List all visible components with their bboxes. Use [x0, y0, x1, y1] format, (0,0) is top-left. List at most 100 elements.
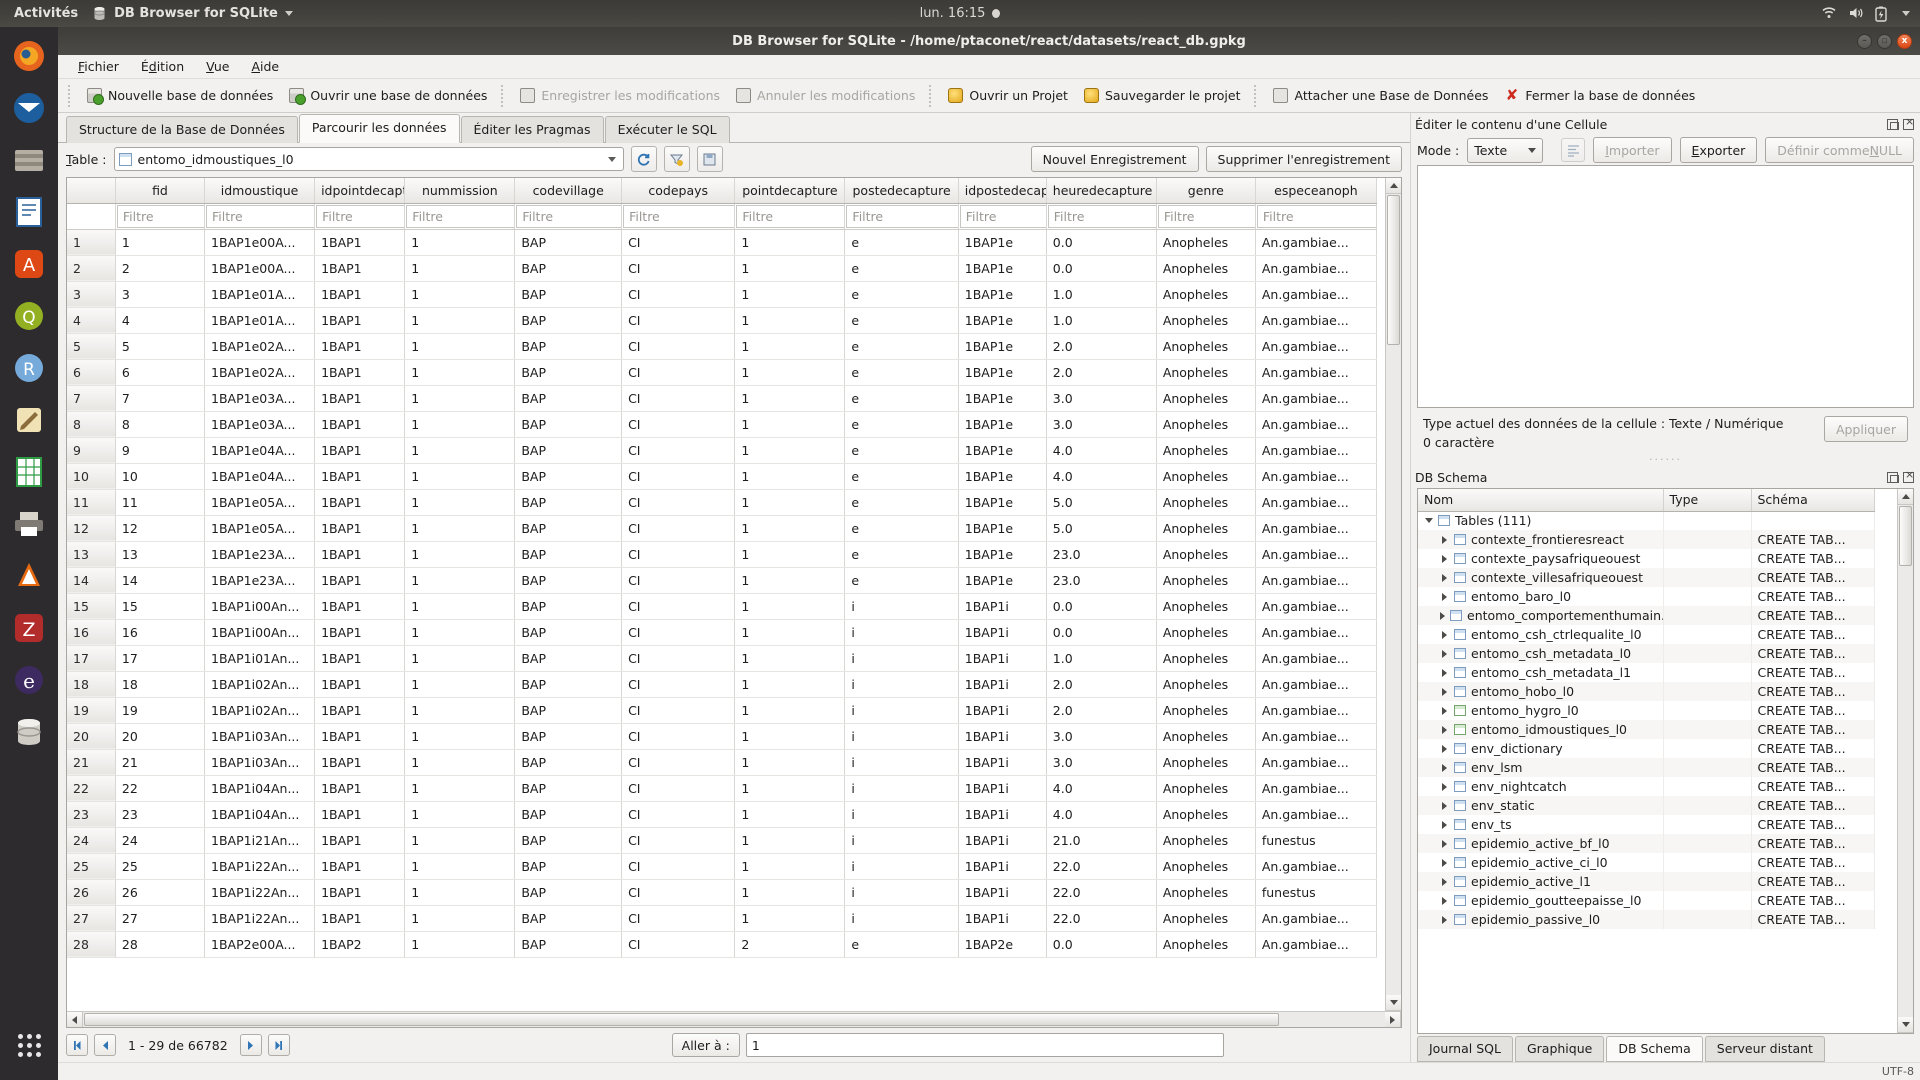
schema-name-cell[interactable]: env_nightcatch — [1418, 777, 1664, 796]
mode-select[interactable]: Texte — [1467, 137, 1544, 163]
row-header[interactable]: 11 — [67, 489, 116, 516]
tree-expanded-icon[interactable] — [1424, 518, 1433, 524]
schema-name-cell[interactable]: epidemio_passive_l0 — [1418, 910, 1664, 929]
table-cell-heuredecapture[interactable]: 0.0 — [1046, 229, 1157, 256]
table-cell-idpointdecapture[interactable]: 1BAP1 — [314, 567, 406, 594]
table-cell-pointdecapture[interactable]: 1 — [734, 879, 846, 906]
table-cell-fid[interactable]: 21 — [115, 749, 206, 776]
table-cell-fid[interactable]: 6 — [115, 359, 206, 386]
table-cell-postedecapture[interactable]: e — [844, 567, 959, 594]
table-cell-postedecapture[interactable]: e — [844, 255, 959, 282]
table-cell-postedecapture[interactable]: e — [844, 515, 959, 542]
tree-collapsed-icon[interactable] — [1440, 592, 1449, 601]
filter-cell[interactable]: Filtre — [958, 203, 1047, 230]
close-button[interactable]: x — [1897, 33, 1912, 49]
table-cell-heuredecapture[interactable]: 2.0 — [1046, 359, 1157, 386]
table-cell-especeanoph[interactable]: funestus — [1255, 827, 1378, 854]
table-cell-heuredecapture[interactable]: 4.0 — [1046, 801, 1157, 828]
table-cell-codevillage[interactable]: BAP — [514, 853, 623, 880]
table-cell-idpostedecapture[interactable]: 1BAP1i — [958, 853, 1047, 880]
col-header-fid[interactable]: fid — [115, 178, 206, 204]
table-cell-codevillage[interactable]: BAP — [514, 931, 623, 958]
schema-scroll-down-button[interactable] — [1898, 1017, 1913, 1033]
table-cell-codepays[interactable]: CI — [621, 359, 736, 386]
table-cell-pointdecapture[interactable]: 1 — [734, 801, 846, 828]
table-cell-idpointdecapture[interactable]: 1BAP1 — [314, 463, 406, 490]
row-header[interactable]: 2 — [67, 255, 116, 282]
first-page-button[interactable] — [66, 1034, 88, 1056]
row-header[interactable]: 10 — [67, 463, 116, 490]
table-cell-idpostedecapture[interactable]: 1BAP1e — [958, 307, 1047, 334]
table-cell-idpostedecapture[interactable]: 1BAP1e — [958, 567, 1047, 594]
table-row[interactable]: 12 12 1BAP1e05A... 1BAP1 1 BAP CI 1 e 1BAP1e 5.0 An… — [67, 515, 1378, 542]
table-cell-idmoustique[interactable]: 1BAP1e23A... — [204, 541, 316, 568]
tab-plot[interactable]: Graphique — [1514, 1036, 1605, 1062]
table-cell-idpointdecapture[interactable]: 1BAP1 — [314, 307, 406, 334]
battery-icon[interactable] — [1875, 6, 1890, 22]
table-cell-heuredecapture[interactable]: 23.0 — [1046, 541, 1157, 568]
schema-row-table[interactable]: entomo_idmoustiques_l0 CREATE TAB... — [1418, 720, 1875, 739]
next-page-button[interactable] — [239, 1034, 262, 1056]
table-cell-idmoustique[interactable]: 1BAP1e05A... — [204, 489, 316, 516]
table-cell-idmoustique[interactable]: 1BAP1i01An... — [204, 645, 316, 672]
table-cell-idpointdecapture[interactable]: 1BAP1 — [314, 827, 406, 854]
table-row[interactable]: 8 8 1BAP1e03A... 1BAP1 1 BAP CI 1 e 1BAP1e 3.0 Anop… — [67, 411, 1378, 438]
table-cell-heuredecapture[interactable]: 0.0 — [1046, 619, 1157, 646]
menu-edition[interactable]: Édition — [131, 56, 194, 77]
table-row[interactable]: 25 25 1BAP1i22An... 1BAP1 1 BAP CI 1 i 1BAP1i 22.0… — [67, 853, 1378, 880]
table-cell-codevillage[interactable]: BAP — [514, 645, 623, 672]
table-cell-especeanoph[interactable]: An.gambiae... — [1255, 905, 1378, 932]
table-cell-pointdecapture[interactable]: 1 — [734, 463, 846, 490]
table-cell-pointdecapture[interactable]: 1 — [734, 567, 846, 594]
dock-splitter[interactable]: ······ — [1411, 454, 1920, 466]
table-cell-idpostedecapture[interactable]: 1BAP1e — [958, 541, 1047, 568]
table-cell-genre[interactable]: Anopheles — [1156, 697, 1256, 724]
launcher-item-vlc[interactable] — [8, 555, 50, 597]
schema-vertical-scrollbar[interactable] — [1897, 489, 1913, 1033]
schema-row-table[interactable]: epidemio_active_l1 CREATE TAB... — [1418, 872, 1875, 891]
table-cell-nummission[interactable]: 1 — [404, 437, 516, 464]
table-cell-pointdecapture[interactable]: 1 — [734, 229, 846, 256]
col-header-idpostedecapture[interactable]: idpostedecapture — [958, 178, 1047, 204]
table-cell-fid[interactable]: 15 — [115, 593, 206, 620]
table-cell-codepays[interactable]: CI — [621, 411, 736, 438]
filter-input-especeanoph[interactable]: Filtre — [1256, 204, 1376, 228]
table-cell-idpostedecapture[interactable]: 1BAP1i — [958, 879, 1047, 906]
schema-name-cell[interactable]: entomo_hygro_l0 — [1418, 701, 1664, 720]
filter-cell[interactable]: Filtre — [621, 203, 736, 230]
scroll-right-button[interactable] — [1385, 1012, 1401, 1027]
table-cell-codepays[interactable]: CI — [621, 801, 736, 828]
table-cell-idpostedecapture[interactable]: 1BAP1i — [958, 645, 1047, 672]
table-cell-postedecapture[interactable]: e — [844, 333, 959, 360]
filter-cell[interactable]: Filtre — [844, 203, 959, 230]
table-cell-fid[interactable]: 26 — [115, 879, 206, 906]
table-cell-idmoustique[interactable]: 1BAP1e01A... — [204, 307, 316, 334]
vertical-scroll-thumb[interactable] — [1387, 195, 1400, 345]
launcher-item-thunderbird[interactable] — [8, 87, 50, 129]
menu-fichier[interactable]: Fichier — [68, 56, 129, 77]
table-cell-fid[interactable]: 7 — [115, 385, 206, 412]
table-cell-codevillage[interactable]: BAP — [514, 697, 623, 724]
table-cell-genre[interactable]: Anopheles — [1156, 827, 1256, 854]
show-applications-button[interactable] — [8, 1024, 50, 1066]
table-cell-codepays[interactable]: CI — [621, 879, 736, 906]
schema-row-table[interactable]: env_dictionary CREATE TAB... — [1418, 739, 1875, 758]
table-cell-idmoustique[interactable]: 1BAP1i22An... — [204, 905, 316, 932]
table-cell-idpointdecapture[interactable]: 1BAP1 — [314, 905, 406, 932]
tree-collapsed-icon[interactable] — [1440, 763, 1449, 772]
table-cell-especeanoph[interactable]: funestus — [1255, 879, 1378, 906]
schema-name-cell[interactable]: entomo_hobo_l0 — [1418, 682, 1664, 701]
tree-collapsed-icon[interactable] — [1440, 801, 1449, 810]
scroll-left-button[interactable] — [67, 1012, 83, 1027]
table-cell-postedecapture[interactable]: e — [844, 489, 959, 516]
table-cell-especeanoph[interactable]: An.gambiae... — [1255, 671, 1378, 698]
filter-input-codevillage[interactable]: Filtre — [516, 204, 621, 228]
schema-row-table[interactable]: env_nightcatch CREATE TAB... — [1418, 777, 1875, 796]
tree-collapsed-icon[interactable] — [1440, 725, 1449, 734]
filter-input-pointdecapture[interactable]: Filtre — [736, 204, 844, 228]
table-cell-nummission[interactable]: 1 — [404, 931, 516, 958]
row-header[interactable]: 23 — [67, 801, 116, 828]
table-cell-idpostedecapture[interactable]: 1BAP1e — [958, 229, 1047, 256]
table-row[interactable]: 14 14 1BAP1e23A... 1BAP1 1 BAP CI 1 e 1BAP1e 23.0 A… — [67, 567, 1378, 594]
table-row[interactable]: 23 23 1BAP1i04An... 1BAP1 1 BAP CI 1 i 1BAP1i 4.0 A… — [67, 801, 1378, 828]
